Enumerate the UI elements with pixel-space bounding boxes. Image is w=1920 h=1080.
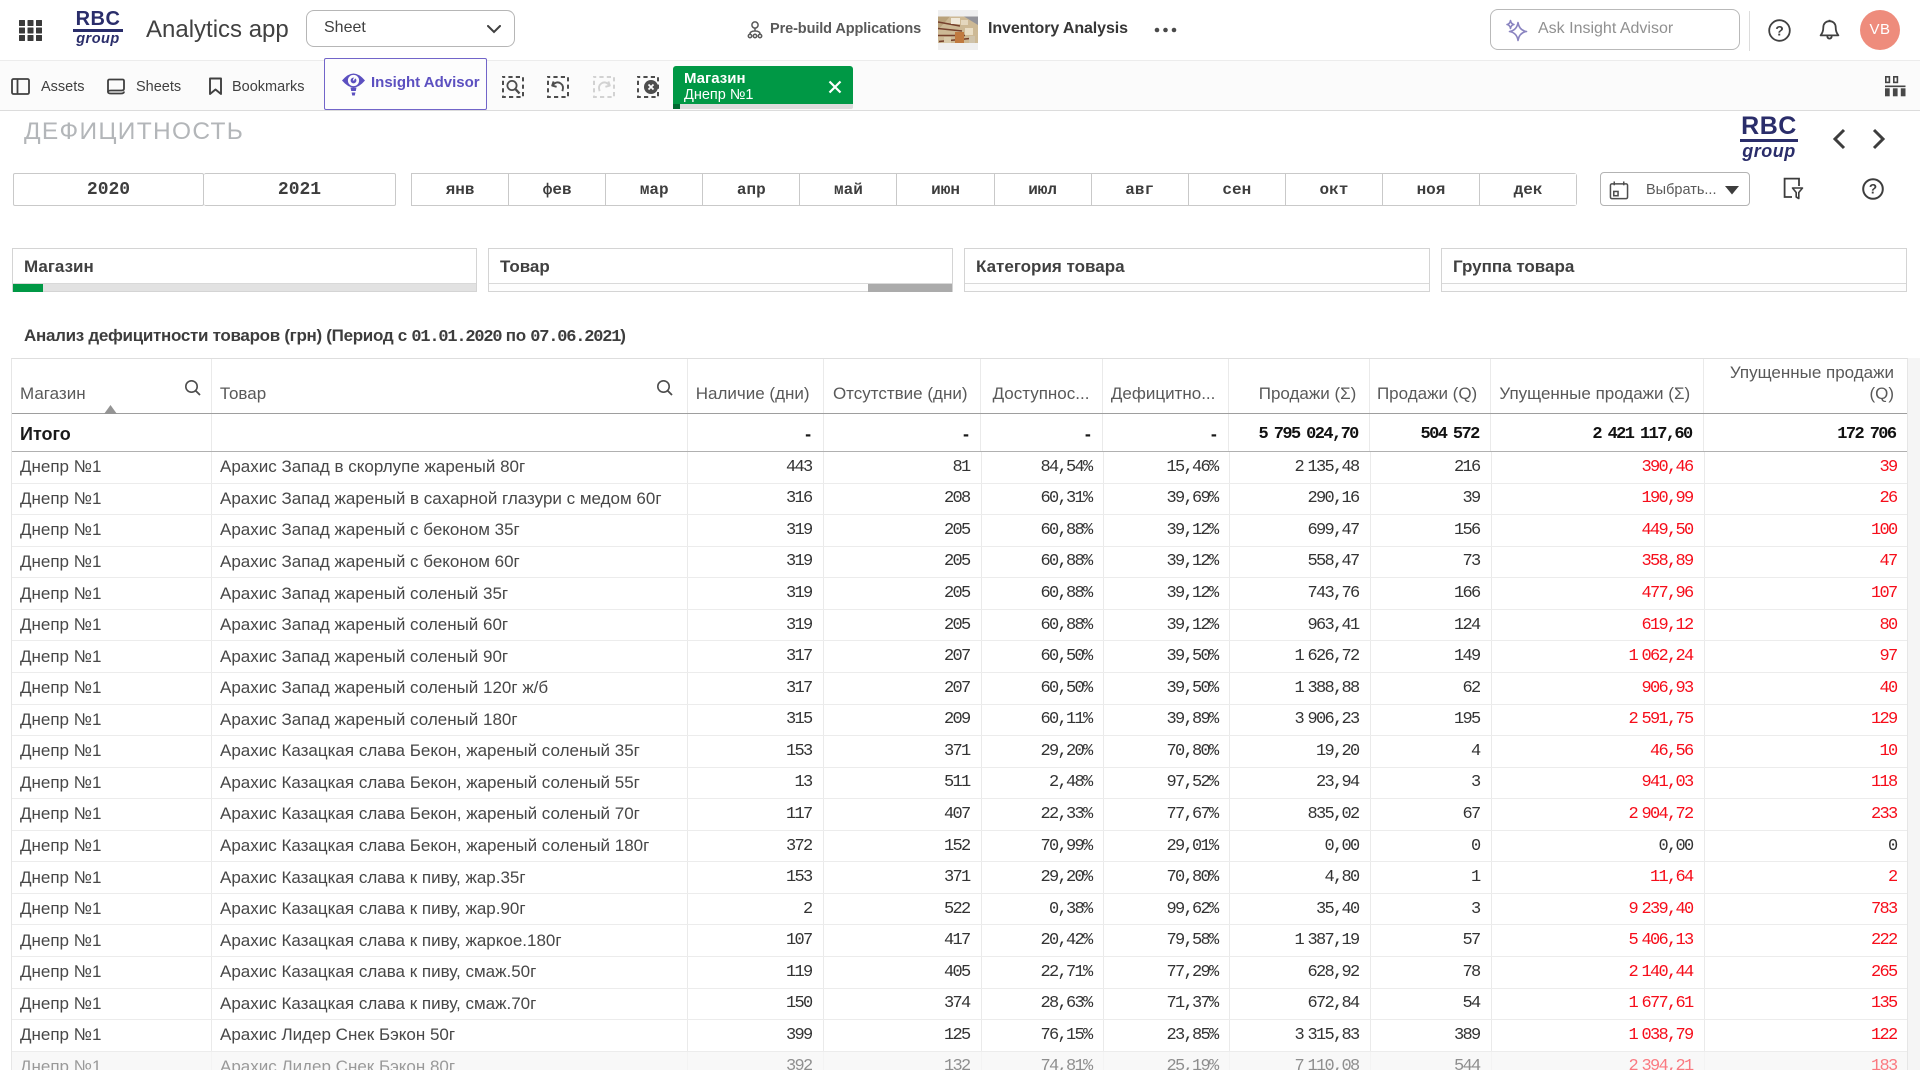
svg-text:?: ? [1775, 22, 1784, 38]
svg-text:?: ? [1869, 182, 1877, 197]
